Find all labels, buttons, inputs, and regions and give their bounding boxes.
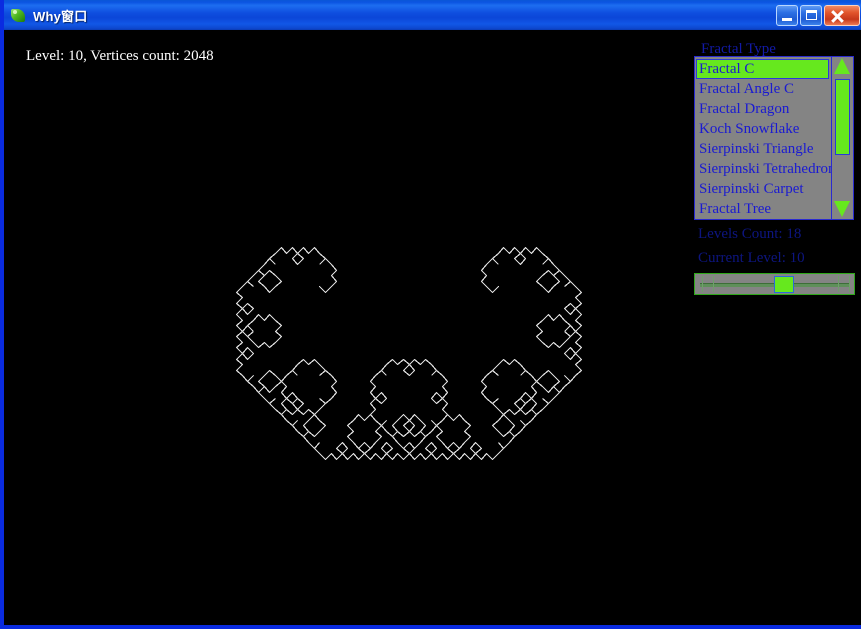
client-area: Level: 10, Vertices count: 2048 Fractal …: [8, 30, 861, 625]
fractal-type-item[interactable]: Sierpinski Triangle: [696, 139, 831, 159]
close-button[interactable]: [824, 4, 860, 26]
level-slider[interactable]: [694, 273, 855, 295]
control-panel: Fractal Type Fractal C Fractal Angle C Fra…: [688, 30, 861, 625]
fractal-curve-svg: [235, 246, 583, 461]
fractal-canvas[interactable]: [8, 30, 688, 625]
window-controls: [776, 4, 860, 26]
fractal-type-item[interactable]: Koch Snowflake: [696, 119, 831, 139]
fractal-type-item[interactable]: Fractal Tree: [696, 199, 831, 219]
scrollbar-thumb[interactable]: [835, 79, 850, 155]
levels-count-label: Levels Count: 18: [698, 226, 802, 242]
window-title: Why窗口: [33, 8, 88, 24]
application-window: Why窗口 Level: 10, Vertices count: 2048 Fr…: [0, 0, 861, 629]
list-scrollbar[interactable]: [831, 57, 853, 219]
fractal-type-listbox[interactable]: Fractal C Fractal Angle C Fractal Dragon Ko…: [694, 56, 854, 220]
minimize-icon: [782, 17, 792, 21]
fractal-path-group: [235, 246, 583, 461]
slider-tick: [838, 276, 840, 292]
leaf-app-icon: [10, 7, 26, 23]
minimize-button[interactable]: [776, 4, 798, 26]
fractal-type-item[interactable]: Fractal Dragon: [696, 99, 831, 119]
status-text: Level: 10, Vertices count: 2048: [26, 48, 214, 64]
fractal-curve-path: [235, 246, 583, 461]
fractal-type-item[interactable]: Fractal C: [696, 59, 829, 79]
fractal-type-item[interactable]: Sierpinski Carpet: [696, 179, 831, 199]
maximize-button[interactable]: [800, 4, 822, 26]
fractal-type-item[interactable]: Sierpinski Tetrahedron: [696, 159, 831, 179]
slider-tick: [849, 276, 851, 292]
fractal-type-list-items: Fractal C Fractal Angle C Fractal Dragon Ko…: [695, 57, 831, 219]
slider-thumb[interactable]: [773, 276, 794, 293]
current-level-label: Current Level: 10: [698, 250, 805, 266]
slider-tick: [701, 276, 703, 292]
fractal-type-item[interactable]: Fractal Angle C: [696, 79, 831, 99]
scroll-down-arrow-icon[interactable]: [834, 201, 851, 218]
maximize-icon: [806, 9, 817, 20]
slider-tick: [712, 276, 714, 292]
title-bar[interactable]: Why窗口: [4, 0, 861, 30]
scroll-up-arrow-icon[interactable]: [834, 58, 851, 75]
